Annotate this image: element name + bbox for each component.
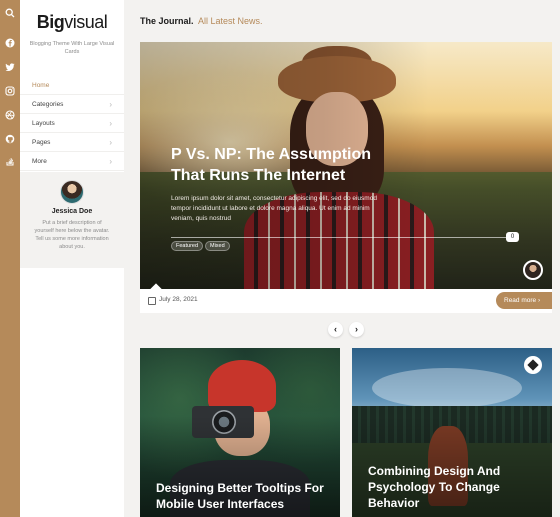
author-description: Put a brief description of yourself here… [34,220,110,250]
site-logo[interactable]: Bigvisual [20,12,124,33]
facebook-icon[interactable] [3,36,17,50]
video-format-icon [524,356,542,374]
featured-post-excerpt: Lorem ipsum dolor sit amet, consectetur … [171,195,377,222]
nav-item-home[interactable]: Home [20,76,124,95]
tag-featured[interactable]: Featured [171,241,204,251]
nav-item-layouts[interactable]: Layouts › [20,114,124,133]
calendar-icon [148,297,156,305]
page-title: The Journal. All Latest News. [140,16,263,26]
search-icon[interactable] [3,6,17,20]
chevron-right-icon: › [109,119,112,128]
post-card-title[interactable]: Designing Better Tooltips For Mobile Use… [156,480,331,512]
tag-mixed[interactable]: Mixed [205,241,230,251]
chevron-right-icon: › [109,100,112,109]
main-nav: Home Categories › Layouts › Pages › More › [20,76,124,171]
post-card-psychology[interactable]: Combining Design And Psychology To Chang… [352,348,552,517]
featured-post-meta: July 28, 2021 Read more › [140,283,552,313]
read-more-button[interactable]: Read more › [496,292,552,309]
journal-title: The Journal. [140,16,194,26]
nav-item-categories[interactable]: Categories › [20,95,124,114]
stackoverflow-icon[interactable] [3,154,17,168]
dribbble-icon[interactable] [3,108,17,122]
slider-prev-button[interactable]: ‹ [328,322,343,337]
nav-item-more[interactable]: More › [20,152,124,171]
author-widget: Jessica Doe Put a brief description of y… [20,172,124,268]
nav-item-pages[interactable]: Pages › [20,133,124,152]
site-tagline: Blogging Theme With Large Visual Cards [29,41,115,55]
featured-post-card[interactable]: P Vs. NP: The Assumption That Runs The I… [140,42,552,289]
divider [171,237,512,238]
post-date: July 28, 2021 [159,296,198,303]
comment-count-badge[interactable]: 0 [506,232,519,242]
journal-subtitle: All Latest News. [198,16,263,26]
page: Bigvisual Blogging Theme With Large Visu… [0,0,560,517]
featured-post-title[interactable]: P Vs. NP: The Assumption That Runs The I… [171,144,401,186]
chevron-right-icon: › [109,138,112,147]
sidebar: Bigvisual Blogging Theme With Large Visu… [20,0,124,517]
github-icon[interactable] [3,132,17,146]
twitter-icon[interactable] [3,60,17,74]
post-author-avatar[interactable] [523,260,543,280]
author-name: Jessica Doe [51,208,93,215]
post-card-title[interactable]: Combining Design And Psychology To Chang… [368,463,543,511]
author-avatar[interactable] [60,180,84,204]
instagram-icon[interactable] [3,84,17,98]
chevron-right-icon: › [109,157,112,166]
post-card-tooltips[interactable]: Designing Better Tooltips For Mobile Use… [140,348,340,517]
social-rail [0,0,20,517]
slider-next-button[interactable]: › [349,322,364,337]
